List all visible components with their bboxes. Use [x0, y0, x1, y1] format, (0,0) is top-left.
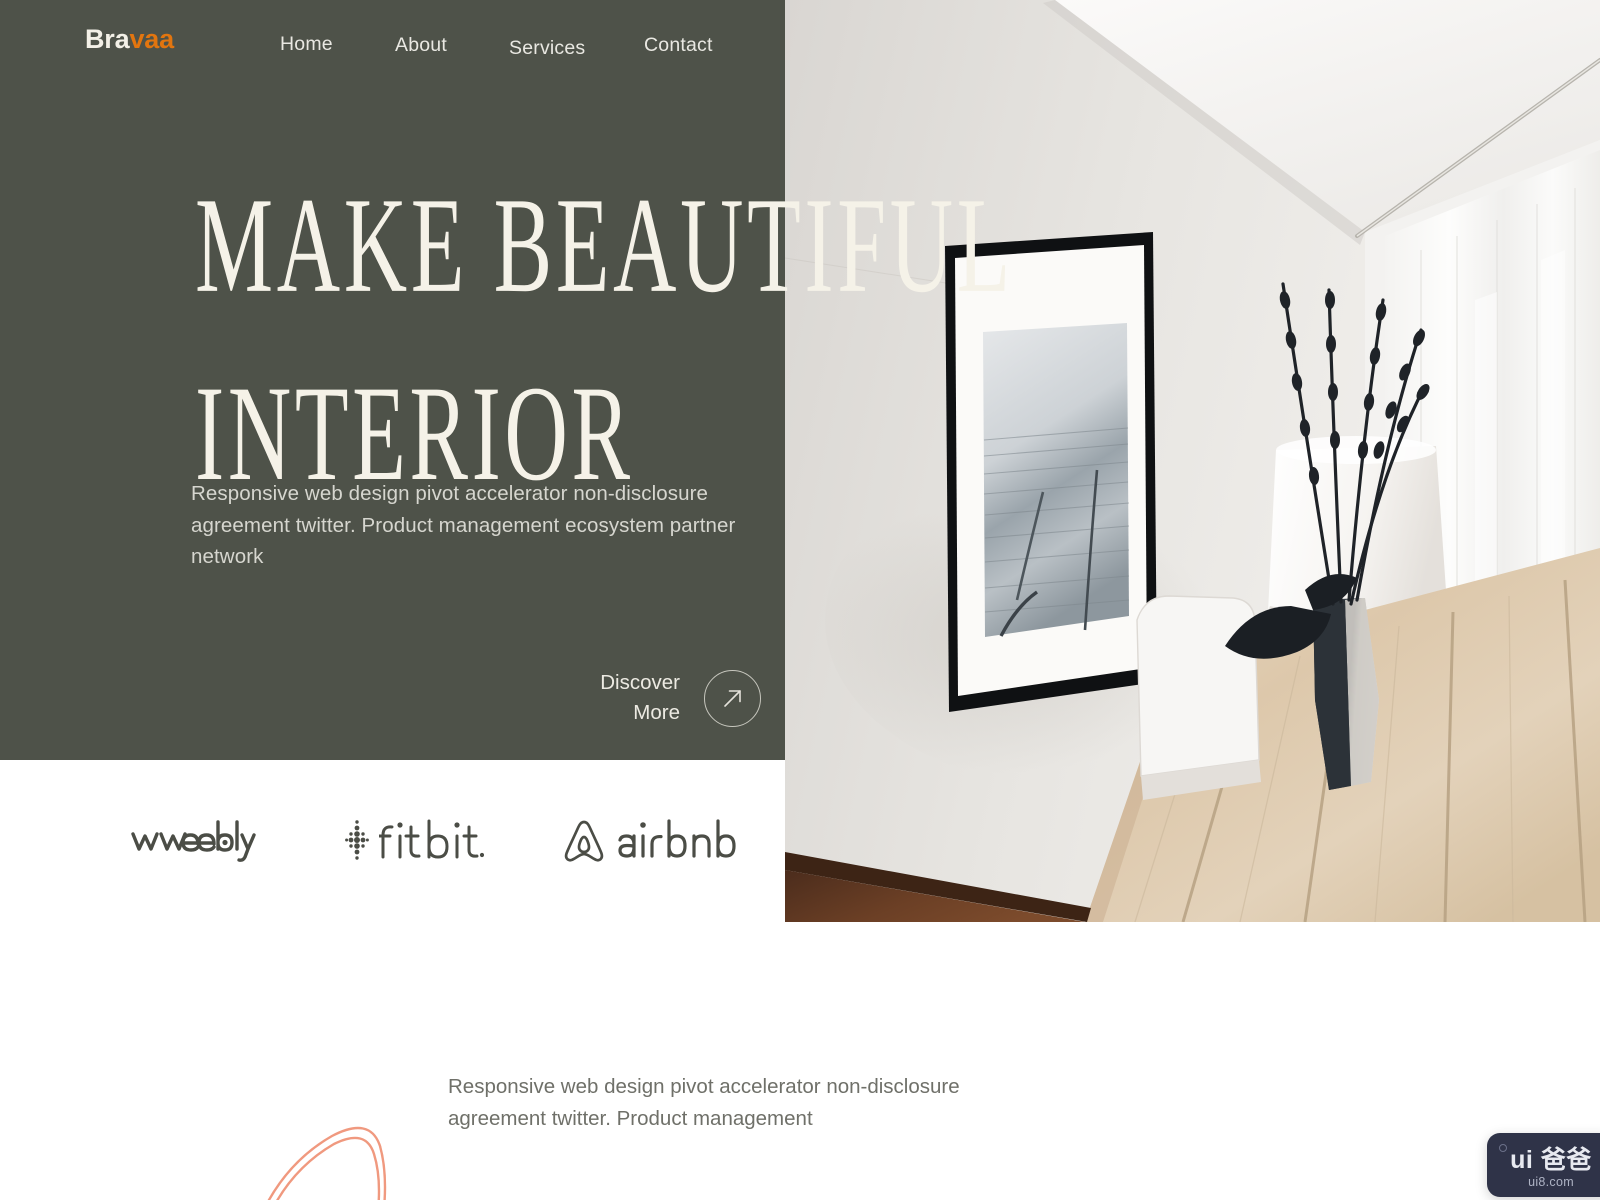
airbnb-belo-icon [564, 820, 604, 862]
partner-logos [0, 795, 785, 885]
logo-fitbit[interactable] [345, 795, 484, 885]
hero-paragraph: Responsive web design pivot accelerator … [191, 482, 736, 568]
nav-links: Home About Services Contact [275, 0, 775, 92]
airbnb-wordmark-icon [618, 819, 736, 858]
landing-page: MAKE BEAUTIFUL INTERIOR Responsive web d… [0, 0, 1600, 1200]
hero-interior-photo [785, 0, 1600, 922]
nav-item-services[interactable]: Services [509, 38, 585, 59]
fitbit-dots-icon [345, 820, 369, 860]
ui8-watermark-badge: ui 爸爸 ui8.com [1487, 1133, 1600, 1197]
nav-item-home[interactable]: Home [280, 34, 333, 55]
watermark-url: ui8.com [1528, 1175, 1574, 1189]
brand-name-accent: vaa [129, 24, 174, 54]
logo-airbnb[interactable] [560, 795, 736, 885]
arrow-up-right-icon [704, 669, 761, 727]
discover-more-button[interactable]: Discover More [575, 668, 761, 728]
brand-name-primary: Bra [85, 24, 130, 54]
watermark-title: ui 爸爸 [1510, 1146, 1592, 1174]
nav-item-contact[interactable]: Contact [644, 35, 713, 56]
fitbit-wordmark-icon [379, 819, 484, 859]
weebly-wordmark-icon [131, 820, 256, 862]
headline-line-1: MAKE BEAUTIFUL [195, 169, 1014, 322]
nav-item-about[interactable]: About [395, 35, 447, 56]
decorative-scribble [250, 1120, 470, 1200]
logo-weebly[interactable] [128, 795, 258, 885]
section-paragraph: Responsive web design pivot accelerator … [448, 1075, 960, 1130]
brand-logo[interactable]: Bravaa [85, 26, 174, 53]
discover-more-label: Discover More [600, 671, 680, 724]
page-title: MAKE BEAUTIFUL INTERIOR [195, 152, 1014, 528]
